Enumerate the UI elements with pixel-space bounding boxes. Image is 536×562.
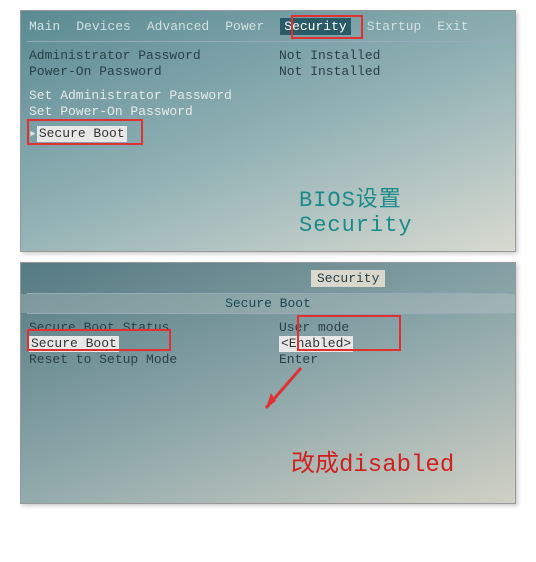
- tab-security[interactable]: Security: [280, 18, 350, 35]
- tab-startup[interactable]: Startup: [367, 19, 422, 34]
- set-admin-password[interactable]: Set Administrator Password: [29, 88, 279, 104]
- set-poweron-password[interactable]: Set Power-On Password: [29, 104, 279, 120]
- reset-setup-mode-value: Enter: [279, 352, 507, 368]
- secure-boot-option-label[interactable]: Secure Boot: [29, 336, 279, 352]
- secure-boot-header: Secure Boot: [21, 294, 515, 313]
- admin-password-value: Not Installed: [279, 48, 507, 64]
- reset-setup-mode-label[interactable]: Reset to Setup Mode: [29, 352, 279, 368]
- annotation-text-1: BIOS设置 Security: [299, 181, 515, 238]
- bios-screenshot-2: Lenovo BIOS Setup Utility Security Secur…: [20, 262, 516, 504]
- tab-power[interactable]: Power: [225, 19, 264, 34]
- poweron-password-label: Power-On Password: [29, 64, 279, 80]
- tab-devices[interactable]: Devices: [76, 19, 131, 34]
- poweron-password-value: Not Installed: [279, 64, 507, 80]
- tab-exit[interactable]: Exit: [437, 19, 468, 34]
- secure-boot-option-value[interactable]: <Enabled>: [279, 336, 507, 352]
- menu-bar: Main Devices Advanced Power Security Sta…: [21, 11, 515, 41]
- tab-security-2[interactable]: Security: [311, 270, 385, 287]
- bios-screenshot-1: Lenovo BIOS Setup Utility Main Devices A…: [20, 10, 516, 252]
- secure-boot-status-label: Secure Boot Status: [29, 320, 279, 336]
- menu-bar-2: Security: [21, 263, 515, 293]
- admin-password-label: Administrator Password: [29, 48, 279, 64]
- secure-boot-menu[interactable]: ▸Secure Boot: [29, 126, 127, 142]
- tab-advanced[interactable]: Advanced: [147, 19, 209, 34]
- tab-main[interactable]: Main: [29, 19, 60, 34]
- annotation-text-2: 改成disabled: [291, 443, 454, 479]
- secure-boot-status-value: User mode: [279, 320, 507, 336]
